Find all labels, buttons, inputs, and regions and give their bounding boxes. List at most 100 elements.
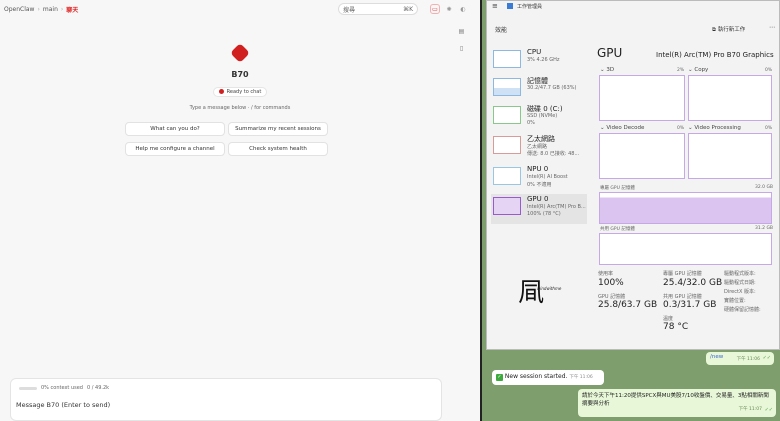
breadcrumb-chat[interactable]: 聊天 <box>66 5 78 14</box>
task-manager-titlebar: ≡ 工作管理員 <box>487 1 780 11</box>
gpu-heading: GPU <box>597 46 623 60</box>
openclaw-logo-icon <box>230 43 250 63</box>
perf-item-cpu[interactable]: CPU 3% 4.26 GHz <box>491 47 587 77</box>
ethernet-thumbnail <box>493 136 521 154</box>
temperature-label: 溫度 <box>663 316 674 322</box>
suggestion-button[interactable]: Summarize my recent sessions <box>228 122 328 136</box>
pane-pct-3d: 2% <box>677 68 685 73</box>
perf-item-sub: Intel(R) Arc(TM) Pro B... <box>527 204 586 210</box>
shared-memory-max: 31.2 GB <box>755 226 774 231</box>
gpu-memory-value: 25.8/63.7 GB <box>598 300 658 310</box>
pane-label-copy[interactable]: ⌄ Copy <box>688 67 708 73</box>
window-title: 工作管理員 <box>517 3 543 10</box>
physical-location-label: 實體位置: <box>724 298 746 304</box>
message-composer: 0% context used 0 / 49.2k Message B70 (E… <box>10 378 442 421</box>
perf-item-sub2: 100% (78 °C) <box>527 211 561 217</box>
suggestion-button[interactable]: Check system health <box>228 142 328 156</box>
suggestion-button[interactable]: Help me configure a channel <box>125 142 225 156</box>
dedicated-stat-label: 專屬 GPU 記憶體 <box>663 271 702 277</box>
perf-item-npu[interactable]: NPU 0 Intel(R) AI Boost 0% 不適用 <box>491 164 587 194</box>
directx-label: DirectX 版本: <box>724 289 756 295</box>
pane-label-video-decode[interactable]: ⌄ Video Decode <box>600 125 644 131</box>
pane-label-video-processing[interactable]: ⌄ Video Processing <box>688 125 741 131</box>
perf-item-sub: 乙太網路 <box>527 144 548 150</box>
perf-item-ethernet[interactable]: 乙太網路 乙太網路 傳送: 8.0 已接收: 48... <box>491 133 587 163</box>
command-hint: Type a message below · / for commands <box>189 105 291 111</box>
breadcrumb-separator: › <box>37 5 40 13</box>
perf-item-memory[interactable]: 記憶體 30.2/47.7 GB (63%) <box>491 75 587 105</box>
suggestion-button[interactable]: What can you do? <box>125 122 225 136</box>
perf-item-sub: 30.2/47.7 GB (63%) <box>527 85 577 91</box>
disk-thumbnail <box>493 106 521 124</box>
new-command[interactable]: /new <box>710 354 723 360</box>
perf-item-label: CPU <box>527 48 542 56</box>
shared-stat-label: 共用 GPU 記憶體 <box>663 294 702 300</box>
menu-icon[interactable]: ≡ <box>492 2 498 10</box>
perf-item-sub: SSD (NVMe) <box>527 113 558 119</box>
driver-version-label: 驅動程式版本: <box>724 271 756 277</box>
usage-label: 使用率 <box>598 271 614 277</box>
more-icon[interactable]: ⋯ <box>769 24 775 31</box>
perf-item-gpu[interactable]: GPU 0 Intel(R) Arc(TM) Pro B... 100% (78… <box>491 194 587 224</box>
session-started-text: New session started. <box>504 373 568 380</box>
perf-item-disk[interactable]: 磁碟 0 (C:) SSD (NVMe) 0% <box>491 103 587 133</box>
status-text: Ready to chat <box>226 88 262 95</box>
monitor-icon[interactable]: ▭ <box>430 4 440 14</box>
graph-3d <box>599 75 685 121</box>
graph-video-decode <box>599 133 685 179</box>
message-input[interactable]: Message B70 (Enter to send) <box>16 401 110 409</box>
moon-icon[interactable]: ◐ <box>458 4 468 14</box>
task-manager-header: 效能 ⧉ 執行新工作 ⋯ <box>487 19 780 35</box>
graph-shared-memory <box>599 233 772 265</box>
request-message: 請於今天下午11:20提供SPCX與MU美股7/10收盤價、交易量、3點相關新聞… <box>582 393 769 407</box>
chat-welcome: B70 Ready to chat Type a message below ·… <box>0 40 480 111</box>
perf-item-sub2: 0% 不適用 <box>527 182 552 188</box>
document-icon[interactable]: ▯ <box>457 44 466 53</box>
usage-value: 100% <box>598 278 624 288</box>
context-bar <box>19 386 37 390</box>
pane-pct-video-processing: 0% <box>765 126 773 131</box>
graph-copy <box>688 75 772 121</box>
perf-item-sub: Intel(R) AI Boost <box>527 174 568 180</box>
dedicated-memory-max: 32.0 GB <box>755 185 774 190</box>
search-label: 搜尋 <box>343 6 356 14</box>
message-time: 下午 11:06 <box>569 375 593 380</box>
breadcrumb-main[interactable]: main <box>43 6 58 13</box>
status-dot-icon <box>218 89 224 94</box>
chat-bubble-session: ✓ New session started. 下午 11:06 <box>492 370 604 385</box>
message-time: 下午 11:07 <box>738 407 762 412</box>
read-check-icon: ✓✓ <box>762 355 771 361</box>
graph-dedicated-memory <box>599 192 772 224</box>
read-check-icon: ✓✓ <box>764 407 773 413</box>
perf-item-sub: 3% 4.26 GHz <box>527 57 560 63</box>
settings-icon[interactable]: ✺ <box>444 4 454 14</box>
new-task-button[interactable]: ⧉ 執行新工作 <box>712 25 745 34</box>
message-time: 下午 11:06 <box>736 357 760 362</box>
npu-thumbnail <box>493 167 521 185</box>
search-shortcut: ⌘K <box>403 5 413 13</box>
panel-icon[interactable]: ▤ <box>457 27 466 36</box>
new-task-label: 執行新工作 <box>717 27 746 33</box>
status-badge: Ready to chat <box>212 86 268 97</box>
context-used: 0% context used <box>41 385 83 391</box>
agent-title: B70 <box>231 70 249 79</box>
openclaw-window: OpenClaw › main › 聊天 搜尋 ⌘K ▭ ✺ ◐ B70 Rea… <box>0 0 480 421</box>
signature-text: windwithme <box>537 286 562 291</box>
memory-thumbnail <box>493 78 521 96</box>
search-input[interactable]: 搜尋 ⌘K <box>338 3 418 15</box>
dedicated-memory-label: 專屬 GPU 記憶體 <box>600 186 635 191</box>
perf-item-label: GPU 0 <box>527 195 549 203</box>
checkmark-icon: ✓ <box>496 374 503 381</box>
shared-stat-value: 0.3/31.7 GB <box>663 300 717 310</box>
chat-bubble-request: 請於今天下午11:20提供SPCX與MU美股7/10收盤價、交易量、3點相關新聞… <box>578 389 776 417</box>
breadcrumb-openclaw[interactable]: OpenClaw <box>4 6 34 13</box>
task-manager-icon <box>507 3 513 9</box>
gpu-thumbnail <box>493 197 521 215</box>
performance-tab[interactable]: 效能 <box>495 25 507 34</box>
pane-label-3d[interactable]: ⌄ 3D <box>600 67 614 73</box>
gpu-memory-label: GPU 記憶體 <box>598 294 626 300</box>
perf-item-sub2: 傳送: 8.0 已接收: 48... <box>527 151 580 157</box>
context-tokens: 0 / 49.2k <box>86 385 110 391</box>
pane-pct-copy: 0% <box>765 68 773 73</box>
context-usage: 0% context used 0 / 49.2k <box>19 385 109 391</box>
